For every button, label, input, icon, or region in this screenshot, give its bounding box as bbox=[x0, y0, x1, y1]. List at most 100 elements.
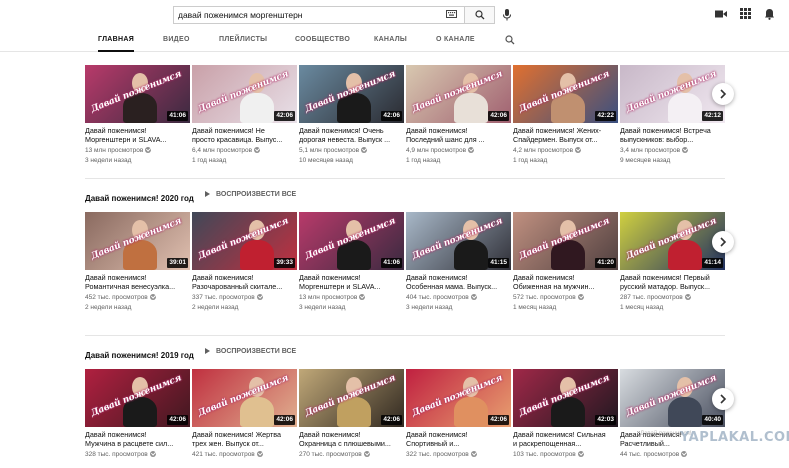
tab-about[interactable]: О КАНАЛЕ bbox=[436, 30, 475, 52]
tab-home[interactable]: ГЛАВНАЯ bbox=[98, 30, 135, 52]
video-title[interactable]: Давай поженимся! Мужчина в расцвете сил..… bbox=[85, 430, 189, 448]
video-card[interactable]: Давай поженимся 42:06 Давай поженимся! Спор… bbox=[406, 369, 511, 468]
video-card[interactable]: Давай поженимся 42:06 Давай поженимся! Охра… bbox=[299, 369, 404, 468]
video-thumbnail[interactable]: Давай поженимся 41:06 bbox=[299, 212, 404, 270]
upload-age: 1 месяц назад bbox=[513, 304, 557, 311]
video-thumbnail[interactable]: Давай поженимся 42:22 bbox=[513, 65, 618, 123]
video-title[interactable]: Давай поженимся! Последний шанс для ... bbox=[406, 126, 510, 144]
video-card[interactable]: Давай поженимся 42:22 Давай поженимся! Жен… bbox=[513, 65, 618, 171]
video-title[interactable]: Давай поженимся! Разочарованный скитале..… bbox=[192, 273, 296, 291]
video-card[interactable]: Давай поженимся 42:06 Давай поженимся! Жер… bbox=[192, 369, 297, 468]
create-video-icon[interactable] bbox=[714, 8, 728, 20]
search-box[interactable] bbox=[173, 6, 465, 24]
video-card[interactable]: Давай поженимся 39:33 Давай поженимся! Разо… bbox=[192, 212, 297, 318]
keyboard-icon[interactable] bbox=[446, 10, 457, 18]
video-thumbnail[interactable]: Давай поженимся 40:40 bbox=[620, 369, 725, 427]
next-arrow-button[interactable] bbox=[712, 388, 734, 410]
upload-age: 3 недели назад bbox=[85, 157, 132, 164]
video-card[interactable]: Давай поженимся 42:12 Давай поженимся! Вст… bbox=[620, 65, 725, 171]
video-thumbnail[interactable]: Давай поженимся 42:06 bbox=[406, 65, 511, 123]
video-thumbnail[interactable]: Давай поженимся 41:15 bbox=[406, 212, 511, 270]
video-card[interactable]: Давай поженимся 41:20 Давай поженимся! Обиж… bbox=[513, 212, 618, 318]
video-title[interactable]: Давай поженимся! Жертва трех жен. Выпуск … bbox=[192, 430, 296, 448]
video-title-line: Давай поженимся! bbox=[85, 126, 147, 135]
video-thumbnail[interactable]: Давай поженимся 41:20 bbox=[513, 212, 618, 270]
channel-search-icon[interactable] bbox=[505, 35, 515, 45]
video-thumbnail[interactable]: Давай поженимся 42:06 bbox=[192, 369, 297, 427]
tab-channels[interactable]: КАНАЛЫ bbox=[374, 30, 407, 52]
video-thumbnail[interactable]: Давай поженимся 42:03 bbox=[513, 369, 618, 427]
tab-community[interactable]: СООБЩЕСТВО bbox=[295, 30, 350, 52]
video-thumbnail[interactable]: Давай поженимся 39:33 bbox=[192, 212, 297, 270]
view-count-line: 322 тыс. просмотров bbox=[406, 450, 477, 459]
upload-age: 1 год назад bbox=[513, 157, 548, 164]
view-count-line: 572 тыс. просмотров bbox=[513, 293, 584, 302]
video-thumbnail[interactable]: Давай поженимся 42:06 bbox=[192, 65, 297, 123]
view-count-line: 270 тыс. просмотров bbox=[299, 450, 370, 459]
video-duration: 42:06 bbox=[274, 111, 295, 121]
video-duration: 40:40 bbox=[702, 415, 723, 425]
next-arrow-button[interactable] bbox=[712, 231, 734, 253]
video-title-line: Давай поженимся! Первый bbox=[620, 273, 710, 282]
video-thumbnail[interactable]: Давай поженимся 42:06 bbox=[299, 65, 404, 123]
video-title[interactable]: Давай поженимся! Встреча выпускников: выб… bbox=[620, 126, 724, 144]
video-thumbnail[interactable]: Давай поженимся 42:12 bbox=[620, 65, 725, 123]
video-title-line: Давай поженимся! bbox=[406, 273, 468, 282]
play-all-label: ВОСПРОИЗВЕСТИ ВСЕ bbox=[216, 191, 297, 198]
video-card[interactable]: Давай поженимся 42:06 Давай поженимся! Мужч… bbox=[85, 369, 190, 468]
video-title[interactable]: Давай поженимся! Сильная и раскрепощенная… bbox=[513, 430, 617, 448]
verified-icon bbox=[682, 146, 689, 153]
video-thumbnail[interactable]: Давай поженимся 42:06 bbox=[406, 369, 511, 427]
video-card[interactable]: Давай поженимся 41:15 Давай поженимся! Особ… bbox=[406, 212, 511, 318]
video-title-line: Романтичная венесуэлка... bbox=[85, 282, 176, 291]
video-title[interactable]: Давай поженимся! Очень дорогая невеста. В… bbox=[299, 126, 403, 144]
video-card[interactable]: Давай поженимся 42:06 Давай поженимся! Не п… bbox=[192, 65, 297, 171]
video-title[interactable]: Давай поженимся! Моргенштерн и SLAVA... bbox=[299, 273, 403, 291]
video-card[interactable]: Давай поженимся 42:03 Давай поженимся! Сил… bbox=[513, 369, 618, 468]
video-title[interactable]: Давай поженимся! Жених- Спайдермен. Выпус… bbox=[513, 126, 617, 144]
search-input[interactable] bbox=[174, 7, 436, 23]
video-card[interactable]: Давай поженимся 42:06 Давай поженимся! Посл… bbox=[406, 65, 511, 171]
play-all-button[interactable]: ВОСПРОИЗВЕСТИ ВСЕ bbox=[205, 188, 296, 202]
video-title[interactable]: Давай поженимся! Не просто красавица. Вып… bbox=[192, 126, 296, 144]
video-thumbnail[interactable]: Давай поженимся 39:01 bbox=[85, 212, 190, 270]
notifications-bell-icon[interactable] bbox=[764, 8, 775, 20]
verified-icon bbox=[256, 450, 263, 457]
video-title-line: Моргенштерн и SLAVA... bbox=[299, 282, 381, 291]
video-thumbnail[interactable]: Давай поженимся 41:14 bbox=[620, 212, 725, 270]
video-thumbnail[interactable]: Давай поженимся 41:06 bbox=[85, 65, 190, 123]
video-card[interactable]: Давай поженимся 41:14 Давай поженимся! Пер… bbox=[620, 212, 725, 318]
video-title[interactable]: Давай поженимся! Спортивный и... bbox=[406, 430, 510, 448]
tab-videos[interactable]: ВИДЕО bbox=[163, 30, 190, 52]
video-title[interactable]: Давай поженимся! Охранница с плюшевыми... bbox=[299, 430, 403, 448]
video-title[interactable]: Давай поженимся! Особенная мама. Выпуск..… bbox=[406, 273, 510, 291]
video-title-line: Давай поженимся! Сильная bbox=[513, 430, 606, 439]
video-card[interactable]: Давай поженимся 42:06 Давай поженимся! Оче… bbox=[299, 65, 404, 171]
next-arrow-button[interactable] bbox=[712, 83, 734, 105]
video-card[interactable]: Давай поженимся 41:06 Давай поженимся! Морг… bbox=[85, 65, 190, 171]
video-title[interactable]: Давай поженимся! Романтичная венесуэлка..… bbox=[85, 273, 189, 291]
view-count-line: 404 тыс. просмотров bbox=[406, 293, 477, 302]
apps-icon[interactable] bbox=[740, 8, 751, 19]
view-count-line: 4,2 млн просмотров bbox=[513, 146, 582, 155]
video-thumbnail[interactable]: Давай поженимся 42:06 bbox=[299, 369, 404, 427]
video-card[interactable]: Давай поженимся 40:40 Давай поженимся! Расч… bbox=[620, 369, 725, 468]
microphone-icon[interactable] bbox=[500, 7, 514, 23]
play-all-button[interactable]: ВОСПРОИЗВЕСТИ ВСЕ bbox=[205, 345, 296, 359]
video-duration: 41:14 bbox=[702, 258, 723, 268]
video-thumbnail[interactable]: Давай поженимся 42:06 bbox=[85, 369, 190, 427]
view-count-line: 337 тыс. просмотров bbox=[192, 293, 263, 302]
verified-icon bbox=[361, 146, 368, 153]
video-title-line: Спайдермен. Выпуск от... bbox=[513, 135, 598, 144]
video-title-line: и раскрепощенная... bbox=[513, 439, 582, 448]
video-duration: 39:01 bbox=[167, 258, 188, 268]
video-title[interactable]: Давай поженимся! Обиженная на мужчин... bbox=[513, 273, 617, 291]
upload-age: 2 недели назад bbox=[192, 304, 239, 311]
video-title[interactable]: Давай поженимся! Первый русский матадор. … bbox=[620, 273, 724, 291]
video-card[interactable]: Давай поженимся 41:06 Давай поженимся! Морг… bbox=[299, 212, 404, 318]
tab-playlists[interactable]: ПЛЕЙЛИСТЫ bbox=[219, 30, 267, 52]
search-button[interactable] bbox=[465, 6, 495, 24]
video-card[interactable]: Давай поженимся 39:01 Давай поженимся! Рома… bbox=[85, 212, 190, 318]
video-title[interactable]: Давай поженимся! Моргенштерн и SLAVA... bbox=[85, 126, 189, 144]
view-count: 4,9 млн просмотров bbox=[406, 147, 467, 154]
